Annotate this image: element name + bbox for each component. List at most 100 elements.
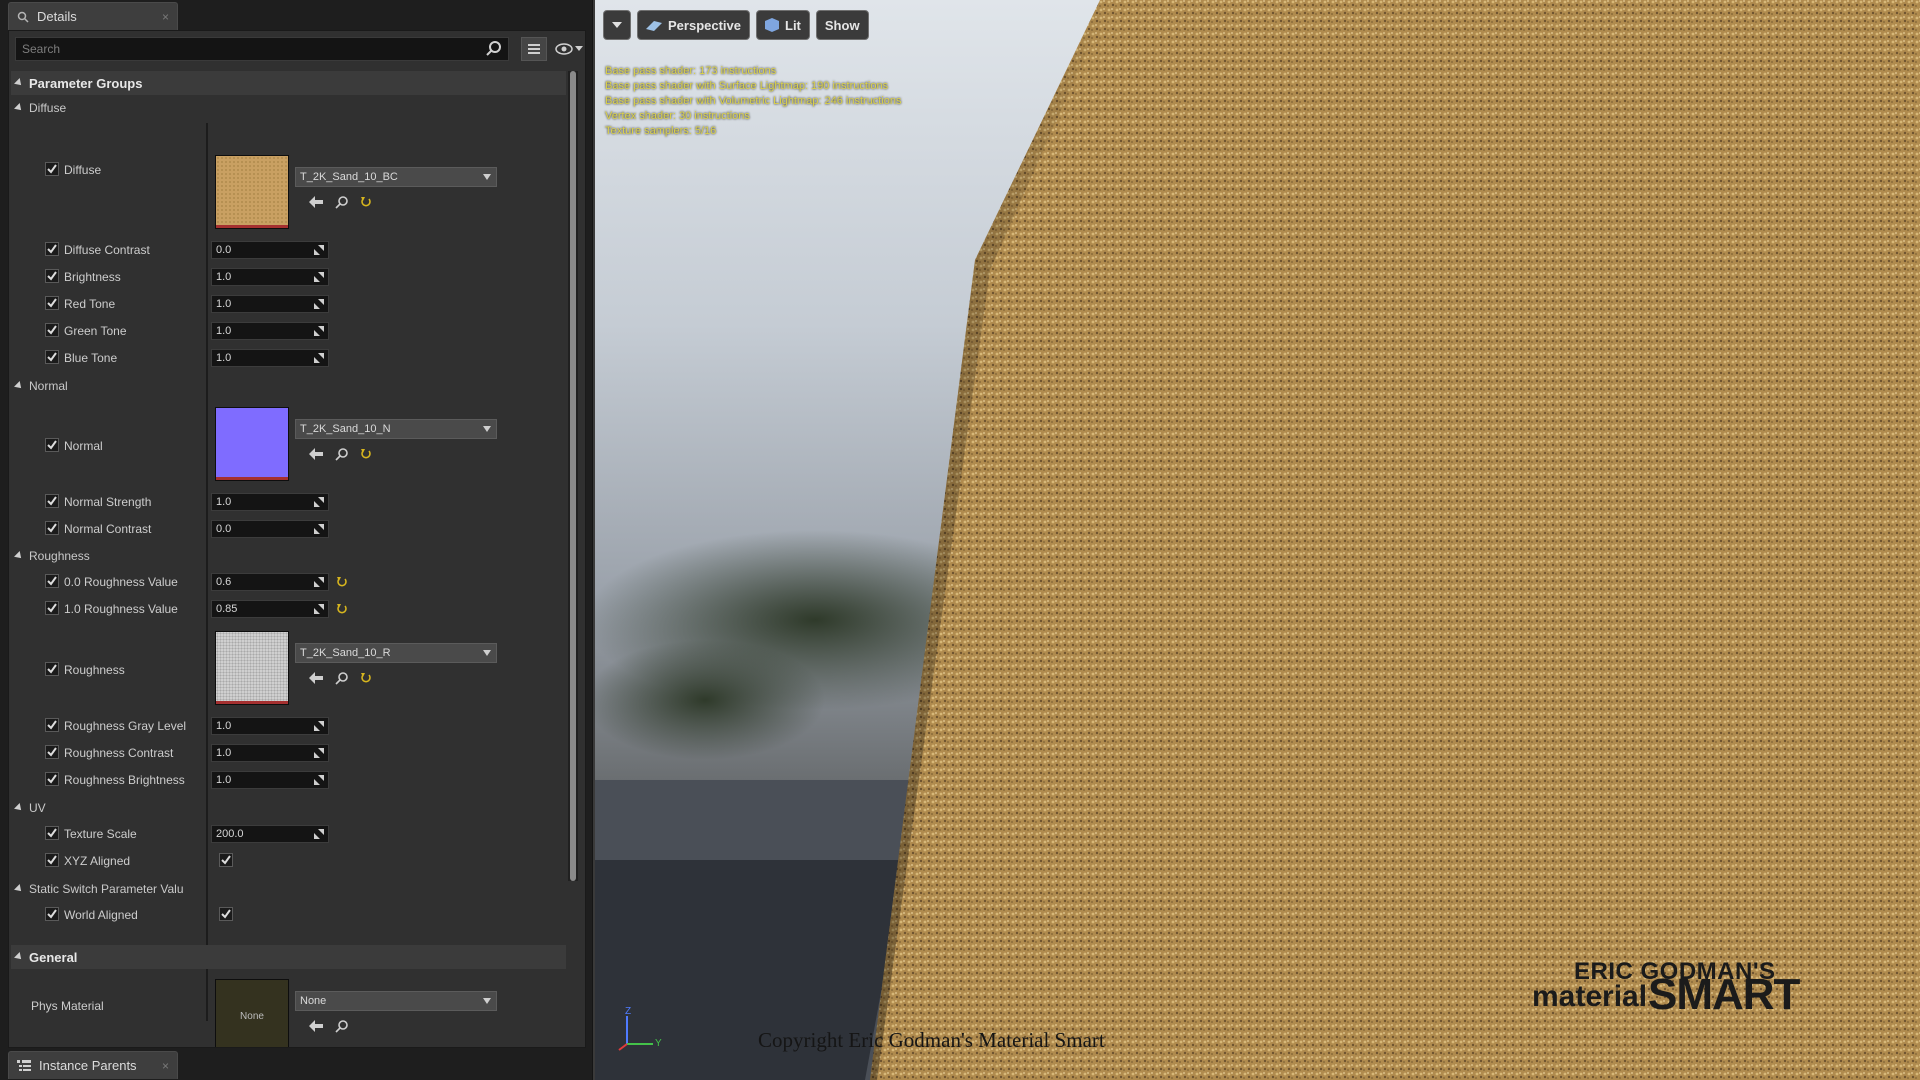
spinner-icon[interactable]	[314, 524, 324, 534]
browse-search-icon[interactable]	[335, 671, 349, 685]
show-button[interactable]: Show	[815, 10, 869, 40]
texture-combo-diffuse[interactable]: T_2K_Sand_10_BC	[295, 167, 497, 187]
spinner-icon[interactable]	[314, 721, 324, 731]
param-value: 0.0	[216, 244, 232, 256]
texture-combo-normal[interactable]: T_2K_Sand_10_N	[295, 419, 497, 439]
phys-material-combo[interactable]: None	[295, 991, 497, 1011]
group-uv[interactable]: UV	[11, 797, 566, 819]
param-enable-checkbox[interactable]	[45, 323, 59, 337]
spinner-icon[interactable]	[314, 604, 324, 614]
param-enable-checkbox[interactable]	[45, 662, 59, 676]
search-row	[15, 37, 583, 65]
reset-to-default-icon[interactable]	[361, 449, 371, 459]
param-enable-checkbox[interactable]	[45, 350, 59, 364]
param-enable-checkbox[interactable]	[45, 745, 59, 759]
param-enable-checkbox[interactable]	[45, 521, 59, 535]
browse-search-icon[interactable]	[335, 447, 349, 461]
category-parameter-groups[interactable]: Parameter Groups	[11, 71, 566, 95]
close-icon[interactable]: ×	[162, 10, 169, 24]
param-value-field[interactable]: 1.0	[211, 744, 329, 762]
scrollbar[interactable]	[568, 71, 578, 881]
param-value-field[interactable]: 1.0	[211, 322, 329, 340]
param-enable-checkbox[interactable]	[45, 296, 59, 310]
texture-thumbnail-normal[interactable]	[215, 407, 289, 481]
param-enable-checkbox[interactable]	[45, 269, 59, 283]
texture-name: T_2K_Sand_10_N	[300, 423, 391, 435]
param-value-field[interactable]: 0.0	[211, 520, 329, 538]
value-checkbox[interactable]	[219, 853, 233, 867]
param-enable-checkbox[interactable]	[45, 907, 59, 921]
spinner-icon[interactable]	[314, 299, 324, 309]
visibility-filter-button[interactable]	[553, 37, 585, 61]
spinner-icon[interactable]	[314, 326, 324, 336]
group-roughness[interactable]: Roughness	[11, 545, 566, 567]
group-label: Diffuse	[29, 101, 67, 115]
param-enable-checkbox[interactable]	[45, 242, 59, 256]
browse-search-icon[interactable]	[335, 1019, 349, 1033]
group-normal[interactable]: Normal	[11, 375, 566, 397]
spinner-icon[interactable]	[314, 748, 324, 758]
view-options-button[interactable]	[521, 37, 547, 61]
use-selected-arrow-icon[interactable]	[309, 196, 323, 208]
reset-to-default-icon[interactable]	[337, 604, 347, 614]
param-row: Diffuse Contrast 0.0	[11, 239, 566, 266]
texture-thumbnail-roughness[interactable]	[215, 631, 289, 705]
reset-to-default-icon[interactable]	[337, 577, 347, 587]
param-enable-checkbox[interactable]	[45, 826, 59, 840]
texture-combo-roughness[interactable]: T_2K_Sand_10_R	[295, 643, 497, 663]
param-value-field[interactable]: 1.0	[211, 295, 329, 313]
details-panel: Details × Parameter Groups	[0, 0, 592, 1080]
param-value-field[interactable]: 0.85	[211, 600, 329, 618]
param-value-field[interactable]: 1.0	[211, 493, 329, 511]
search-input[interactable]	[15, 37, 509, 61]
phys-material-thumbnail[interactable]: None	[215, 979, 289, 1047]
spinner-icon[interactable]	[314, 829, 324, 839]
viewport[interactable]: Perspective Lit Show Base pass shader: 1…	[593, 0, 1920, 1080]
scrollbar-thumb[interactable]	[570, 71, 576, 881]
spinner-icon[interactable]	[314, 272, 324, 282]
param-label: Diffuse Contrast	[64, 243, 150, 257]
param-enable-checkbox[interactable]	[45, 574, 59, 588]
value-checkbox[interactable]	[219, 907, 233, 921]
spinner-icon[interactable]	[314, 775, 324, 785]
param-enable-checkbox[interactable]	[45, 438, 59, 452]
param-row: 0.0 Roughness Value 0.6	[11, 571, 566, 598]
use-selected-arrow-icon[interactable]	[309, 1020, 323, 1032]
param-value: 1.0	[216, 271, 232, 283]
search-icon[interactable]	[485, 40, 503, 58]
close-icon[interactable]: ×	[162, 1059, 169, 1073]
tab-instance-parents[interactable]: Instance Parents ×	[8, 1051, 178, 1079]
scene-render	[595, 0, 1920, 1080]
param-value-field[interactable]: 1.0	[211, 349, 329, 367]
category-general[interactable]: General	[11, 945, 566, 969]
param-value-field[interactable]: 1.0	[211, 717, 329, 735]
spinner-icon[interactable]	[314, 497, 324, 507]
param-enable-checkbox[interactable]	[45, 853, 59, 867]
param-enable-checkbox[interactable]	[45, 718, 59, 732]
spinner-icon[interactable]	[314, 245, 324, 255]
viewport-options-button[interactable]	[603, 10, 631, 40]
use-selected-arrow-icon[interactable]	[309, 448, 323, 460]
browse-search-icon[interactable]	[335, 195, 349, 209]
spinner-icon[interactable]	[314, 577, 324, 587]
use-selected-arrow-icon[interactable]	[309, 672, 323, 684]
param-value-field[interactable]: 0.6	[211, 573, 329, 591]
param-enable-checkbox[interactable]	[45, 162, 59, 176]
reset-to-default-icon[interactable]	[361, 197, 371, 207]
param-value-field[interactable]: 200.0	[211, 825, 329, 843]
param-value-field[interactable]: 0.0	[211, 241, 329, 259]
perspective-button[interactable]: Perspective	[637, 10, 750, 40]
group-diffuse[interactable]: Diffuse	[11, 97, 566, 119]
spinner-icon[interactable]	[314, 353, 324, 363]
tab-details[interactable]: Details ×	[8, 2, 178, 30]
reset-to-default-icon[interactable]	[361, 673, 371, 683]
texture-thumbnail-diffuse[interactable]	[215, 155, 289, 229]
param-enable-checkbox[interactable]	[45, 494, 59, 508]
lit-button[interactable]: Lit	[756, 10, 810, 40]
param-value-field[interactable]: 1.0	[211, 771, 329, 789]
param-enable-checkbox[interactable]	[45, 601, 59, 615]
param-value-field[interactable]: 1.0	[211, 268, 329, 286]
param-enable-checkbox[interactable]	[45, 772, 59, 786]
group-static-switch[interactable]: Static Switch Parameter Valu	[11, 878, 566, 900]
param-value: 0.85	[216, 603, 238, 615]
